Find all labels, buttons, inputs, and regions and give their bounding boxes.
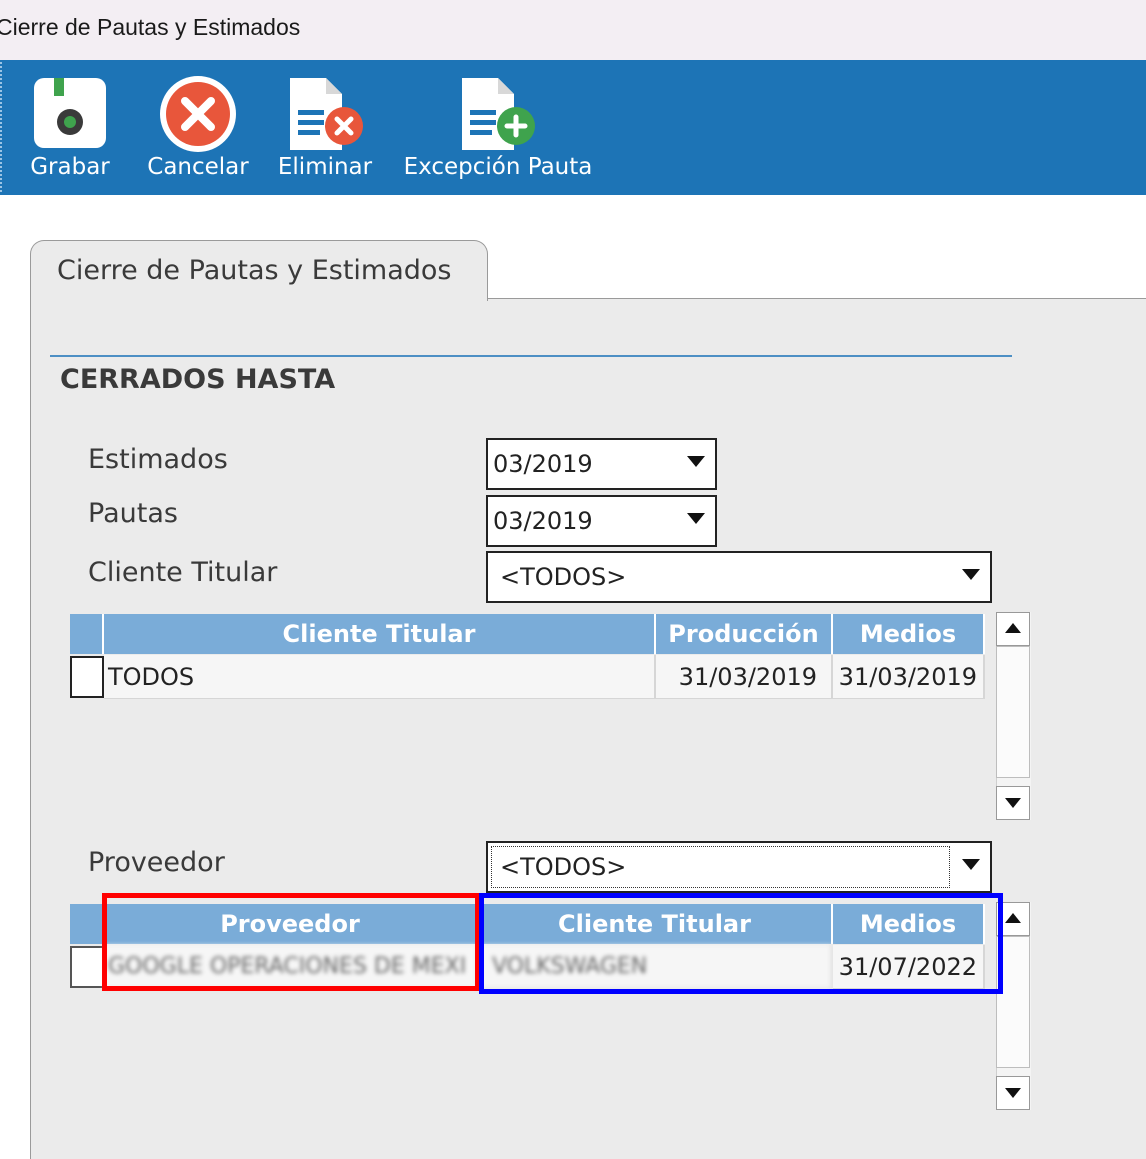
grid2-corner <box>70 904 104 944</box>
estimados-select[interactable]: 03/2019 <box>486 438 717 490</box>
estimados-label: Estimados <box>88 444 228 475</box>
chevron-down-icon[interactable] <box>962 859 980 870</box>
proveedor-label: Proveedor <box>88 847 225 878</box>
delete-label: Eliminar <box>277 154 373 180</box>
row-selector[interactable] <box>70 946 104 988</box>
add-document-icon <box>458 74 538 160</box>
section-title: CERRADOS HASTA <box>60 364 336 395</box>
title-bar: Cierre de Pautas y Estimados <box>0 0 1146 60</box>
exception-label: Excepción Pauta <box>403 154 593 180</box>
grid1-corner <box>70 614 104 654</box>
highlight-proveedor-red <box>102 893 480 991</box>
pautas-select[interactable]: 03/2019 <box>486 495 717 547</box>
grid1-header-cliente[interactable]: Cliente Titular <box>104 614 656 654</box>
cancel-icon <box>158 74 238 160</box>
pautas-label: Pautas <box>88 498 178 529</box>
grid1-header-medios[interactable]: Medios <box>833 614 985 654</box>
section-divider <box>50 355 1012 357</box>
save-icon <box>32 74 108 156</box>
scroll-up-button[interactable] <box>996 612 1030 646</box>
chevron-down-icon[interactable] <box>687 513 705 524</box>
arrow-up-icon <box>1005 913 1021 923</box>
save-label: Grabar <box>30 154 110 180</box>
grid1-cell-cliente[interactable]: TODOS <box>104 655 656 699</box>
delete-document-icon <box>286 74 366 160</box>
grid1-header-produccion[interactable]: Producción <box>656 614 833 654</box>
scroll-down-button[interactable] <box>996 1076 1030 1110</box>
grid1-cell-produccion[interactable]: 31/03/2019 <box>656 655 833 699</box>
tab-label: Cierre de Pautas y Estimados <box>57 255 452 286</box>
save-button[interactable]: Grabar <box>24 70 116 190</box>
proveedor-value: <TODOS> <box>500 853 627 881</box>
cancel-button[interactable]: Cancelar <box>144 70 252 190</box>
window-title: Cierre de Pautas y Estimados <box>0 14 301 40</box>
highlight-cliente-medios-blue <box>479 893 1003 994</box>
tab-cierre[interactable]: Cierre de Pautas y Estimados <box>30 240 488 301</box>
arrow-down-icon <box>1005 798 1021 808</box>
cliente-titular-label: Cliente Titular <box>88 557 278 588</box>
cancel-label: Cancelar <box>147 154 249 180</box>
cliente-titular-value: <TODOS> <box>500 563 627 591</box>
scroll-down-button[interactable] <box>996 786 1030 820</box>
toolbar: Grabar Cancelar Eliminar Excepción Pauta <box>0 60 1146 195</box>
toolbar-grip[interactable] <box>0 62 5 192</box>
arrow-up-icon <box>1005 623 1021 633</box>
delete-button[interactable]: Eliminar <box>276 70 374 190</box>
cliente-titular-select[interactable]: <TODOS> <box>486 551 992 603</box>
scroll-thumb[interactable] <box>996 646 1030 778</box>
chevron-down-icon[interactable] <box>962 569 980 580</box>
estimados-value: 03/2019 <box>493 450 593 478</box>
chevron-down-icon[interactable] <box>687 456 705 467</box>
grid1-cell-medios[interactable]: 31/03/2019 <box>833 655 985 699</box>
arrow-down-icon <box>1005 1088 1021 1098</box>
row-selector[interactable] <box>70 656 104 698</box>
proveedor-select[interactable]: <TODOS> <box>486 841 992 893</box>
pautas-value: 03/2019 <box>493 507 593 535</box>
tab-panel <box>30 298 1146 1159</box>
exception-pauta-button[interactable]: Excepción Pauta <box>398 70 598 190</box>
